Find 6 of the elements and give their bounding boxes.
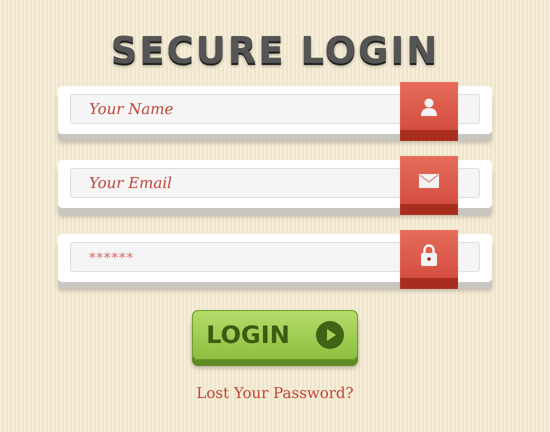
forgot-password-link[interactable]: Lost Your Password? [196,384,354,402]
page-title: SECURE LOGIN [110,30,440,72]
play-icon [316,321,344,349]
padlock-icon [421,244,437,266]
envelope-icon [419,174,439,188]
user-icon [420,98,438,116]
